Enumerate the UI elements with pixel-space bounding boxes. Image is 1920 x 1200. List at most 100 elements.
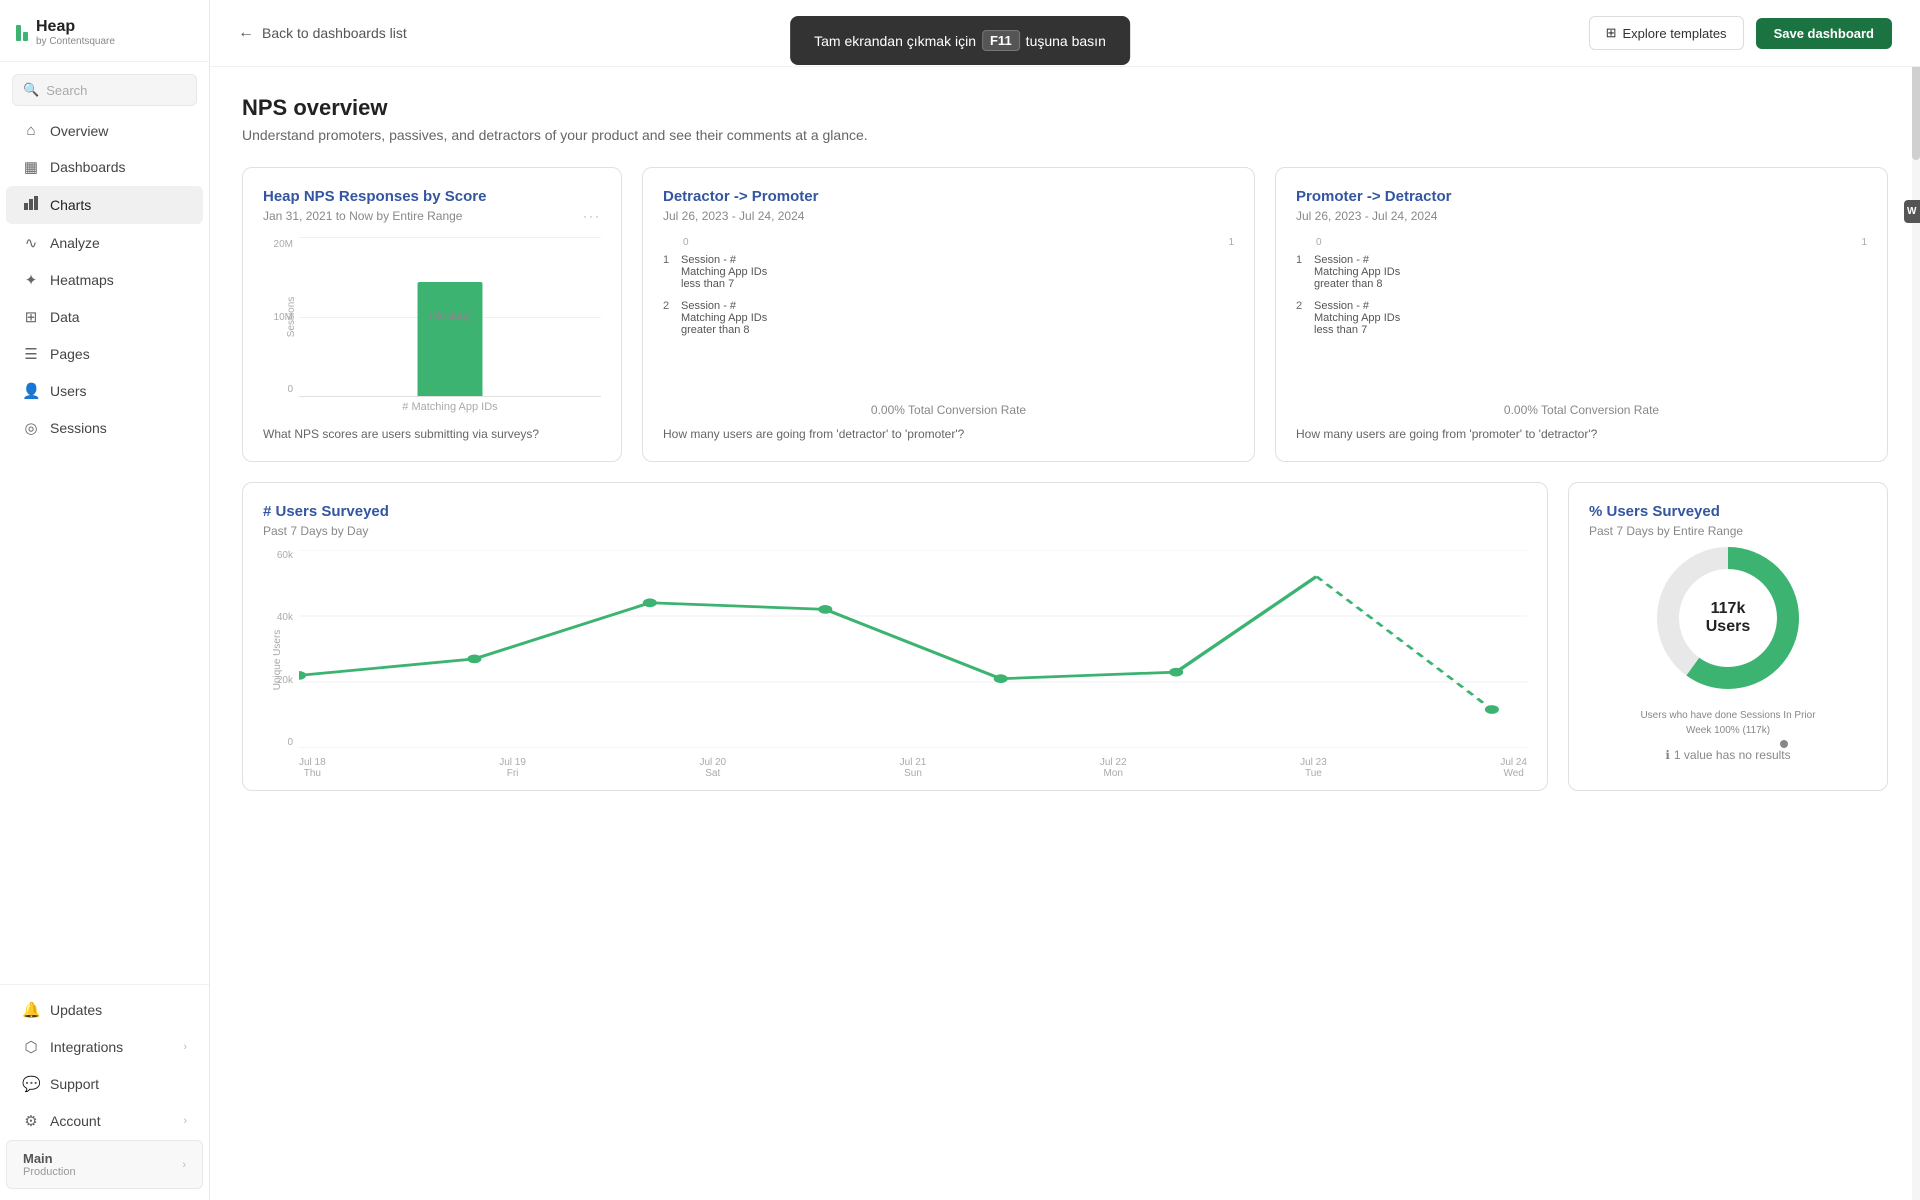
sidebar-item-sessions[interactable]: ◎ Sessions	[6, 410, 203, 446]
funnel-num-2: 2	[663, 300, 675, 312]
logo-name: Heap	[36, 18, 115, 36]
pd-funnel-line2-2: Matching App IDs	[1314, 312, 1400, 324]
sidebar-item-dashboards[interactable]: ▦ Dashboards	[6, 149, 203, 185]
pd-funnel-row-2: 2 Session - # Matching App IDs less than…	[1296, 300, 1867, 336]
sidebar-item-heatmaps[interactable]: ✦ Heatmaps	[6, 262, 203, 298]
axis-max: 1	[1228, 237, 1234, 248]
heap-nps-date: Jan 31, 2021 to Now by Entire Range	[263, 209, 462, 223]
sidebar-item-charts[interactable]: Charts	[6, 186, 203, 224]
bar-chart-area: 20M 10M 0 (No data) Sessions	[263, 237, 601, 417]
search-bar[interactable]: 🔍 Search	[12, 74, 197, 106]
sidebar-item-label: Updates	[50, 1002, 102, 1018]
sidebar-item-data[interactable]: ⊞ Data	[6, 299, 203, 335]
page-subtitle: Understand promoters, passives, and detr…	[242, 127, 1888, 143]
scrollbar-track[interactable]	[1912, 0, 1920, 1200]
info-icon: ℹ	[1665, 748, 1670, 762]
top-cards-row: Heap NPS Responses by Score Jan 31, 2021…	[242, 167, 1888, 462]
sidebar-item-pages[interactable]: ☰ Pages	[6, 336, 203, 372]
line-chart-container: 60k 40k 20k 0 Unique Users	[263, 550, 1527, 770]
sidebar-item-label: Overview	[50, 123, 108, 139]
sidebar-item-label: Users	[50, 383, 87, 399]
page-title: NPS overview	[242, 95, 1888, 121]
sidebar-item-support[interactable]: 💬 Support	[6, 1066, 203, 1102]
workspace-name: Main	[23, 1151, 76, 1166]
pages-icon: ☰	[22, 345, 40, 363]
unique-users-label: Unique Users	[272, 630, 283, 691]
pd-funnel-line1-2: Session - #	[1314, 300, 1400, 312]
funnel-line2-2: Matching App IDs	[681, 312, 767, 324]
heap-nps-title: Heap NPS Responses by Score	[263, 188, 601, 205]
scrollbar-thumb[interactable]	[1912, 60, 1920, 160]
sidebar-item-label: Heatmaps	[50, 272, 114, 288]
sidebar-item-account[interactable]: ⚙ Account ›	[6, 1103, 203, 1139]
users-surveyed-card: # Users Surveyed Past 7 Days by Day 60k …	[242, 482, 1548, 791]
workspace-subtitle: Production	[23, 1166, 76, 1178]
data-icon: ⊞	[22, 308, 40, 326]
y-40k: 40k	[263, 612, 293, 623]
heap-logo-icon	[16, 25, 28, 41]
promoter-detractor-title: Promoter -> Detractor	[1296, 188, 1867, 205]
users-surveyed-subtitle: Past 7 Days by Day	[263, 524, 1527, 538]
y-label-0: 0	[263, 384, 293, 395]
detractor-promoter-title: Detractor -> Promoter	[663, 188, 1234, 205]
explore-grid-icon: ⊞	[1606, 25, 1617, 41]
sidebar-item-updates[interactable]: 🔔 Updates	[6, 992, 203, 1028]
sidebar-bottom: 🔔 Updates ⬡ Integrations › 💬 Support ⚙ A…	[0, 984, 209, 1190]
axis-min: 0	[683, 237, 1220, 248]
donut-container: 117k Users	[1648, 538, 1808, 698]
heap-nps-subtitle: Jan 31, 2021 to Now by Entire Range ···	[263, 209, 601, 223]
back-link[interactable]: Back to dashboards list	[262, 25, 407, 41]
funnel-line2-1: Matching App IDs	[681, 266, 767, 278]
sidebar-item-label: Data	[50, 309, 80, 325]
chevron-right-icon: ›	[183, 1115, 187, 1127]
funnel-line3-2: greater than 8	[681, 324, 767, 336]
pd-funnel-line3-1: greater than 8	[1314, 278, 1400, 290]
pct-users-title: % Users Surveyed	[1589, 503, 1867, 520]
pd-axis-min: 0	[1316, 237, 1853, 248]
bar-chart-inner: (No data) Sessions	[299, 237, 601, 397]
funnel-line3-1: less than 7	[681, 278, 767, 290]
x-jul23: Jul 23Tue	[1300, 757, 1327, 779]
explore-templates-button[interactable]: ⊞ Explore templates	[1589, 16, 1744, 50]
sidebar-item-overview[interactable]: ⌂ Overview	[6, 113, 203, 148]
heap-nps-card: Heap NPS Responses by Score Jan 31, 2021…	[242, 167, 622, 462]
bottom-cards-row: # Users Surveyed Past 7 Days by Day 60k …	[242, 482, 1888, 791]
heap-nps-menu[interactable]: ···	[583, 209, 601, 223]
detractor-promoter-card: Detractor -> Promoter Jul 26, 2023 - Jul…	[642, 167, 1255, 462]
page-body: NPS overview Understand promoters, passi…	[210, 67, 1920, 839]
y-60k: 60k	[263, 550, 293, 561]
sidebar-item-label: Pages	[50, 346, 90, 362]
sidebar-item-label: Sessions	[50, 420, 107, 436]
donut-center-value: 117k Users	[1688, 600, 1768, 636]
donut-chart-area: 117k Users Users who have done Sessions …	[1589, 550, 1867, 750]
dashboards-icon: ▦	[22, 158, 40, 176]
pd-footer: How many users are going from 'promoter'…	[1296, 427, 1867, 441]
promoter-detractor-card: Promoter -> Detractor Jul 26, 2023 - Jul…	[1275, 167, 1888, 462]
x-jul18: Jul 18Thu	[299, 757, 326, 779]
home-icon: ⌂	[22, 122, 40, 139]
sidebar: Heap by Contentsquare 🔍 Search ⌂ Overvie…	[0, 0, 210, 1200]
main-nav: ⌂ Overview ▦ Dashboards Charts ∿ Analyze…	[0, 112, 209, 447]
funnel-row-1: 1 Session - # Matching App IDs less than…	[663, 254, 1234, 290]
pd-funnel-axis: 0 1	[1296, 237, 1867, 248]
sidebar-item-integrations[interactable]: ⬡ Integrations ›	[6, 1029, 203, 1065]
pct-users-surveyed-card: % Users Surveyed Past 7 Days by Entire R…	[1568, 482, 1888, 791]
sidebar-item-analyze[interactable]: ∿ Analyze	[6, 225, 203, 261]
sidebar-item-users[interactable]: 👤 Users	[6, 373, 203, 409]
pd-funnel-line3-2: less than 7	[1314, 324, 1400, 336]
sidebar-item-label: Analyze	[50, 235, 100, 251]
promoter-detractor-date: Jul 26, 2023 - Jul 24, 2024	[1296, 209, 1867, 223]
dp-conversion-rate: 0.00% Total Conversion Rate	[663, 393, 1234, 417]
funnel-line1-2: Session - #	[681, 300, 767, 312]
workspace-selector[interactable]: Main Production ›	[6, 1140, 203, 1189]
save-dashboard-button[interactable]: Save dashboard	[1756, 18, 1892, 49]
no-data-label: (No data)	[418, 311, 483, 397]
x-axis-labels: Jul 18Thu Jul 19Fri Jul 20Sat Jul 21Sun …	[299, 757, 1527, 779]
funnel-row-2: 2 Session - # Matching App IDs greater t…	[663, 300, 1234, 336]
sessions-icon: ◎	[22, 419, 40, 437]
gridline-top	[299, 237, 601, 238]
x-jul20: Jul 20Sat	[699, 757, 726, 779]
back-arrow-icon: ←	[238, 24, 254, 42]
sidebar-item-label: Account	[50, 1113, 101, 1129]
sidebar-item-label: Integrations	[50, 1039, 123, 1055]
